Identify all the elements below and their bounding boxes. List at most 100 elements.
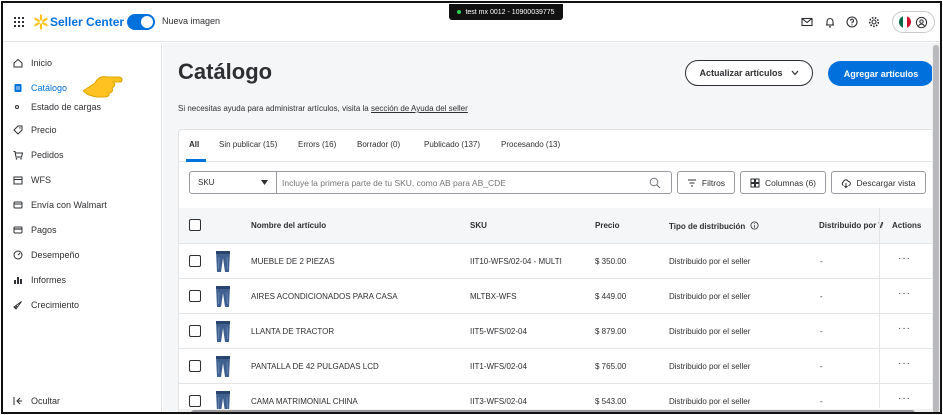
more-actions-icon[interactable]: ··· [898, 323, 911, 334]
more-actions-icon[interactable]: ··· [898, 288, 911, 299]
sidebar-item-label: WFS [31, 175, 51, 185]
home-icon [13, 58, 23, 68]
column-header-distribution-type[interactable]: Tipo de distribución [669, 221, 759, 231]
tab-sin-publicar[interactable]: Sin publicar (15) [219, 140, 277, 149]
item-name[interactable]: AIRES ACONDICIONADOS PARA CASA [251, 292, 398, 301]
tag-icon [13, 125, 23, 135]
column-header-distributed-by-w[interactable]: Distribuido por W [819, 221, 883, 230]
sidebar-item-label: Precio [31, 125, 57, 135]
vertical-scrollbar[interactable] [932, 43, 940, 412]
catalog-card: All Sin publicar (15) Errors (16) Borrad… [178, 129, 938, 412]
new-image-toggle[interactable] [127, 14, 155, 30]
environment-badge: test mx 0012 - 10900039775 [449, 4, 563, 20]
column-divider [879, 208, 880, 408]
row-checkbox[interactable] [189, 290, 201, 302]
more-actions-icon[interactable]: ··· [898, 358, 911, 369]
sidebar-item-informes[interactable]: Informes [13, 275, 66, 285]
row-checkbox[interactable] [189, 325, 201, 337]
item-name[interactable]: PANTALLA DE 42 PULGADAS LCD [251, 362, 379, 371]
row-checkbox[interactable] [189, 395, 201, 407]
brand-name[interactable]: Seller Center [50, 15, 124, 29]
download-view-button[interactable]: Descargar vista [831, 171, 926, 194]
update-items-label: Actualizar artículos [699, 68, 783, 78]
sidebar-item-estado-de-cargas[interactable]: Estado de cargas [13, 102, 101, 112]
item-name[interactable]: CAMA MATRIMONIAL CHINA [251, 397, 358, 406]
item-price: $ 543.00 [595, 397, 627, 406]
sidebar-item-crecimiento[interactable]: Crecimiento [13, 300, 79, 310]
columns-button[interactable]: Columnas (6) [740, 171, 826, 194]
help-text: Si necesitas ayuda para administrar artí… [178, 104, 468, 113]
item-distributed-by-w: - [820, 327, 823, 336]
tab-procesando[interactable]: Procesando (13) [501, 140, 560, 149]
table-row[interactable]: PANTALLA DE 42 PULGADAS LCD IIT1-WFS/02-0… [179, 349, 937, 384]
column-header-label: Tipo de distribución [669, 222, 746, 231]
sidebar-item-inicio[interactable]: Inicio [13, 58, 52, 68]
sidebar-collapse-button[interactable]: Ocultar [13, 396, 60, 406]
horizontal-scrollbar-thumb[interactable] [191, 410, 915, 412]
sidebar-item-label: Envía con Walmart [31, 200, 107, 210]
sidebar-item-pedidos[interactable]: Pedidos [13, 150, 64, 160]
sidebar-item-envia-con-walmart[interactable]: Envía con Walmart [13, 200, 107, 210]
column-header-price[interactable]: Precio [595, 221, 619, 230]
add-items-button[interactable]: Agregar artículos [828, 61, 934, 86]
sidebar-item-label: Estado de cargas [31, 102, 102, 112]
card-icon [13, 226, 23, 234]
truck-icon [13, 201, 23, 209]
info-icon[interactable] [750, 221, 759, 230]
gear-icon[interactable] [867, 15, 881, 29]
item-price: $ 350.00 [595, 257, 627, 266]
item-distributed-by-w: - [820, 292, 823, 301]
search-field-select[interactable]: SKU [189, 171, 277, 194]
search-icon[interactable] [649, 177, 661, 189]
select-all-checkbox[interactable] [189, 219, 201, 231]
table-row[interactable]: AIRES ACONDICIONADOS PARA CASA MLTBX-WFS $… [179, 279, 937, 314]
bell-icon[interactable] [823, 15, 837, 29]
more-actions-icon[interactable]: ··· [898, 253, 911, 264]
item-name[interactable]: MUEBLE DE 2 PIEZAS [251, 257, 335, 266]
sidebar-item-label: Crecimiento [31, 300, 80, 310]
tab-errors[interactable]: Errors (16) [298, 140, 336, 149]
update-items-button[interactable]: Actualizar artículos [685, 60, 813, 86]
sidebar-item-wfs[interactable]: WFS [13, 175, 51, 185]
product-thumbnail[interactable] [212, 354, 234, 379]
sidebar-item-pagos[interactable]: Pagos [13, 225, 57, 235]
tab-all[interactable]: All [189, 140, 199, 149]
tab-publicado[interactable]: Publicado (137) [424, 140, 480, 149]
more-actions-icon[interactable]: ··· [898, 393, 911, 404]
row-checkbox[interactable] [189, 360, 201, 372]
help-prefix: Si necesitas ayuda para administrar artí… [178, 104, 371, 113]
column-header-sku[interactable]: SKU [470, 221, 487, 230]
cart-icon [13, 151, 23, 160]
chevron-down-icon [791, 70, 798, 76]
mail-icon[interactable] [800, 15, 814, 29]
cloud-download-icon [842, 178, 852, 188]
help-link[interactable]: sección de Ayuda del seller [371, 104, 468, 113]
vertical-scrollbar-thumb[interactable] [933, 45, 939, 412]
horizontal-scrollbar[interactable] [179, 409, 937, 412]
rocket-icon [13, 301, 22, 310]
sidebar-item-catalogo[interactable]: Catálogo [13, 83, 67, 93]
table-row[interactable]: MUEBLE DE 2 PIEZAS IIT10-WFS/02-04 - MULT… [179, 244, 937, 279]
collapse-arrow-icon [13, 397, 22, 405]
item-sku: MLTBX-WFS [470, 292, 517, 301]
item-price: $ 879.00 [595, 327, 627, 336]
app-grid-icon[interactable] [14, 17, 24, 27]
search-input[interactable] [282, 177, 642, 188]
app-window: Seller Center Nueva imagen test mx 0012 … [1, 1, 942, 414]
row-checkbox[interactable] [189, 255, 201, 267]
account-menu-button[interactable] [892, 11, 935, 33]
product-thumbnail[interactable] [212, 249, 234, 274]
filters-button[interactable]: Filtros [677, 171, 735, 194]
item-name[interactable]: LLANTA DE TRACTOR [251, 327, 334, 336]
column-header-name[interactable]: Nombre del artículo [251, 221, 326, 230]
product-thumbnail[interactable] [212, 284, 234, 309]
help-icon[interactable] [845, 15, 859, 29]
product-thumbnail[interactable] [212, 319, 234, 344]
item-distribution-type: Distribuido por el seller [669, 292, 751, 301]
sidebar-item-desempeno[interactable]: Desempeño [13, 250, 80, 260]
sidebar-item-precio[interactable]: Precio [13, 125, 57, 135]
tab-borrador[interactable]: Borrador (0) [357, 140, 400, 149]
table-row[interactable]: LLANTA DE TRACTOR IIT5-WFS/02-04 $ 879.00 D… [179, 314, 937, 349]
environment-label: test mx 0012 - 10900039775 [465, 8, 555, 16]
chart-icon [14, 277, 22, 284]
